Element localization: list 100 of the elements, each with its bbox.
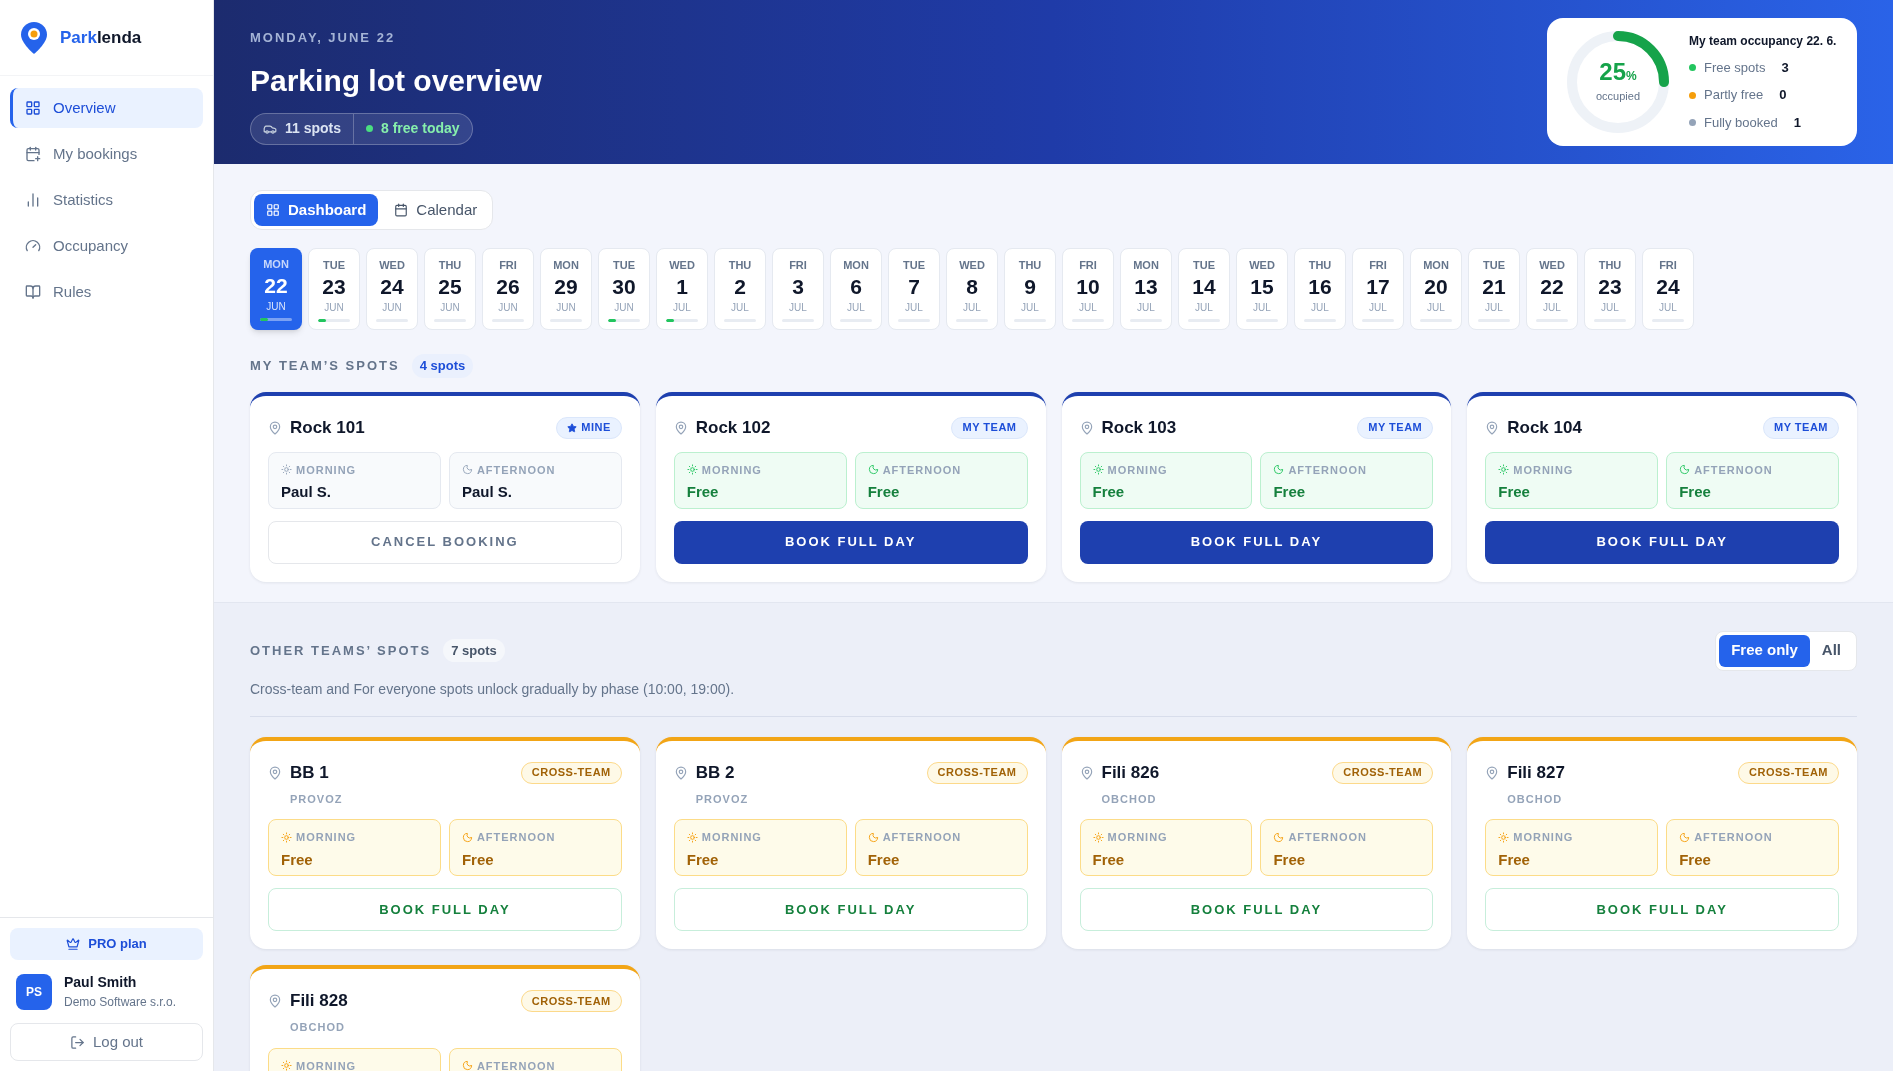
book-full-day-button[interactable]: BOOK FULL DAY [268, 888, 622, 931]
section-title: MY TEAM’S SPOTS [250, 357, 400, 375]
date-tile[interactable]: FRI 17 JUL [1352, 248, 1404, 330]
sun-icon [1092, 464, 1104, 476]
logout-icon [69, 1034, 85, 1050]
sun-icon [1498, 464, 1510, 476]
date-tile[interactable]: MON 29 JUN [540, 248, 592, 330]
location-pin-icon [268, 765, 282, 780]
slot-value: Paul S. [461, 482, 513, 502]
date-tile[interactable]: MON 6 JUL [830, 248, 882, 330]
date-tile[interactable]: FRI 10 JUL [1062, 248, 1114, 330]
slot-label: MORNING [1513, 830, 1574, 845]
book-icon [25, 284, 41, 300]
moon-icon [867, 464, 879, 476]
legend-count: 1 [1793, 113, 1801, 132]
legend-count: 0 [1779, 86, 1787, 105]
slot-value: Free [1273, 849, 1307, 870]
date-tile[interactable]: MON 13 JUL [1120, 248, 1172, 330]
spot-name: Rock 104 [1507, 416, 1582, 439]
date-tile[interactable]: FRI 24 JUL [1642, 248, 1694, 330]
crown-icon [66, 937, 81, 951]
book-full-day-button[interactable]: BOOK FULL DAY [1079, 520, 1434, 564]
book-full-day-button[interactable]: BOOK FULL DAY [673, 888, 1028, 931]
view-tab[interactable]: Calendar [382, 194, 490, 226]
date-tile[interactable]: WED 22 JUL [1526, 248, 1578, 330]
legend-label: Fully booked [1704, 113, 1778, 132]
date-tile[interactable]: TUE 21 JUL [1468, 248, 1520, 330]
cancel-booking-button[interactable]: CANCEL BOOKING [268, 520, 622, 564]
spot-badge: MINE [556, 416, 622, 439]
spot-name: Fili 827 [1507, 761, 1565, 784]
moon-icon [461, 831, 473, 843]
date-tile[interactable]: MON 22 JUN [250, 248, 302, 330]
date-tile[interactable]: WED 1 JUL [656, 248, 708, 330]
slot-label: AFTERNOON [1288, 830, 1368, 845]
spots-count: 11 spots [285, 119, 342, 138]
date-tile[interactable]: THU 9 JUL [1004, 248, 1056, 330]
spot-group: PROVOZ [695, 790, 1028, 807]
date-tile[interactable]: THU 16 JUL [1294, 248, 1346, 330]
nav-item[interactable]: Statistics [10, 180, 203, 220]
date-tile[interactable]: THU 2 JUL [714, 248, 766, 330]
date-tile[interactable]: FRI 3 JUL [772, 248, 824, 330]
date-tile[interactable]: TUE 7 JUL [888, 248, 940, 330]
moon-icon [461, 464, 473, 476]
nav-item[interactable]: My bookings [10, 134, 203, 174]
slot-value: Free [867, 849, 901, 870]
slot-label: AFTERNOON [476, 830, 556, 845]
slot-label: AFTERNOON [1694, 830, 1773, 845]
book-full-day-button[interactable]: BOOK FULL DAY [1485, 520, 1839, 564]
occupancy-caption: occupied [1595, 88, 1640, 104]
spot-name: Rock 103 [1101, 416, 1177, 439]
spot-group: OBCHOD [290, 1019, 622, 1036]
star-icon [567, 422, 578, 433]
slot-label: AFTERNOON [882, 830, 962, 845]
view-tab[interactable]: Dashboard [254, 194, 379, 226]
slot-label: MORNING [1513, 462, 1574, 478]
slot-label: MORNING [701, 830, 762, 845]
book-full-day-button[interactable]: BOOK FULL DAY [1485, 888, 1839, 931]
location-pin-icon [673, 765, 688, 780]
nav-item[interactable]: Rules [10, 272, 203, 312]
spot-name: Rock 102 [695, 416, 771, 439]
map-pin-logo-icon [20, 20, 48, 55]
sun-icon [281, 1060, 292, 1071]
nav-item[interactable]: Overview [10, 88, 203, 128]
slot-label: MORNING [1107, 462, 1168, 478]
slot-label: AFTERNOON [1694, 462, 1773, 478]
date-tile[interactable]: WED 15 JUL [1236, 248, 1288, 330]
moon-icon [1679, 831, 1691, 843]
date-tile[interactable]: THU 23 JUL [1584, 248, 1636, 330]
slot-value: Free [1092, 849, 1126, 870]
calendar-icon [394, 203, 409, 217]
slot-value: Free [1679, 849, 1712, 870]
date-tile[interactable]: WED 8 JUL [946, 248, 998, 330]
slot-label: MORNING [296, 462, 357, 478]
slot-label: AFTERNOON [476, 1058, 556, 1071]
spot-badge: CROSS-TEAM [926, 761, 1028, 784]
date-tile[interactable]: THU 25 JUN [424, 248, 476, 330]
grid-icon [266, 203, 280, 217]
filter-toggle[interactable]: All [1809, 634, 1853, 667]
plan-button[interactable]: PRO plan [10, 928, 203, 960]
sun-icon [1092, 831, 1104, 843]
date-tile[interactable]: TUE 14 JUL [1178, 248, 1230, 330]
filter-toggle[interactable]: Free only [1719, 634, 1810, 667]
nav-item[interactable]: Occupancy [10, 226, 203, 266]
slot-value: Free [1498, 482, 1531, 502]
date-tile[interactable]: WED 24 JUN [366, 248, 418, 330]
date-tile[interactable]: TUE 30 JUN [598, 248, 650, 330]
slot-value: Free [1498, 849, 1531, 870]
book-full-day-button[interactable]: BOOK FULL DAY [1079, 888, 1434, 931]
location-pin-icon [1079, 765, 1094, 780]
moon-icon [461, 1060, 473, 1071]
location-pin-icon [268, 994, 282, 1008]
book-full-day-button[interactable]: BOOK FULL DAY [673, 520, 1028, 564]
sun-icon [686, 831, 698, 843]
logout-button[interactable]: Log out [10, 1023, 203, 1061]
date-tile[interactable]: MON 20 JUL [1410, 248, 1462, 330]
date-tile[interactable]: TUE 23 JUN [308, 248, 360, 330]
moon-icon [1273, 464, 1285, 476]
date-tile[interactable]: FRI 26 JUN [482, 248, 534, 330]
spot-name: Fili 826 [1101, 761, 1160, 784]
phase-note: Cross-team and For everyone spots unlock gradually by phase (10:00, 19:00). [250, 678, 1857, 717]
